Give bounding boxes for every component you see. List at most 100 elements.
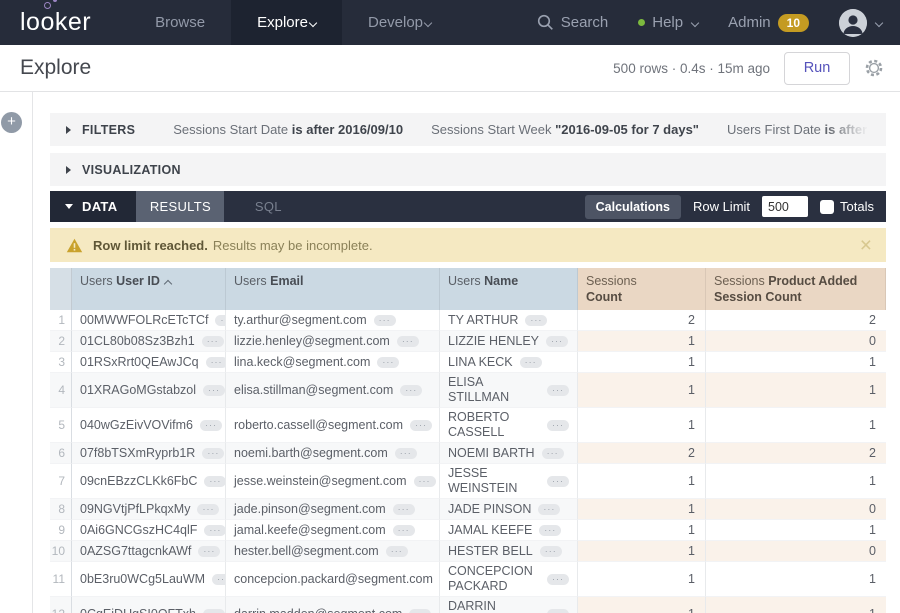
cell-user-id[interactable]: 00MWWFOLRcETcTCf··· (72, 310, 226, 331)
cell-menu-icon[interactable]: ··· (204, 476, 226, 487)
nav-item-browse[interactable]: Browse (129, 0, 231, 45)
cell-name[interactable]: JAMAL KEEFE··· (440, 520, 578, 541)
cell-name[interactable]: JADE PINSON··· (440, 499, 578, 520)
cell-sessions-count[interactable]: 1 (578, 408, 706, 443)
cell-sessions-count[interactable]: 1 (578, 597, 706, 613)
cell-product-added-count[interactable]: 2 (706, 310, 886, 331)
cell-email[interactable]: noemi.barth@segment.com··· (226, 443, 440, 464)
cell-menu-icon[interactable]: ··· (204, 525, 226, 536)
cell-product-added-count[interactable]: 0 (706, 499, 886, 520)
cell-menu-icon[interactable]: ··· (393, 504, 415, 515)
cell-menu-icon[interactable]: ··· (520, 357, 542, 368)
column-header-user-id[interactable]: Users User ID (72, 268, 226, 310)
cell-email[interactable]: jamal.keefe@segment.com··· (226, 520, 440, 541)
cell-email[interactable]: jade.pinson@segment.com··· (226, 499, 440, 520)
cell-email[interactable]: lina.keck@segment.com··· (226, 352, 440, 373)
cell-sessions-count[interactable]: 1 (578, 352, 706, 373)
cell-menu-icon[interactable]: ··· (538, 504, 560, 515)
filter-item[interactable]: Sessions Start Date is after 2016/09/10 (173, 122, 403, 137)
cell-menu-icon[interactable]: ··· (397, 336, 419, 347)
data-section-toggle[interactable]: DATA (50, 191, 136, 222)
user-menu[interactable] (839, 9, 882, 37)
cell-email[interactable]: lizzie.henley@segment.com··· (226, 331, 440, 352)
cell-sessions-count[interactable]: 1 (578, 331, 706, 352)
cell-menu-icon[interactable]: ··· (386, 546, 408, 557)
cell-sessions-count[interactable]: 2 (578, 310, 706, 331)
cell-name[interactable]: ROBERTO CASSELL··· (440, 408, 578, 443)
column-header-name[interactable]: Users Name (440, 268, 578, 310)
add-button[interactable]: + (1, 112, 22, 133)
cell-sessions-count[interactable]: 1 (578, 520, 706, 541)
column-header-email[interactable]: Users Email (226, 268, 440, 310)
cell-menu-icon[interactable]: ··· (400, 385, 422, 396)
filter-item[interactable]: Users First Date is after 2016/09/10 (727, 122, 886, 137)
cell-menu-icon[interactable]: ··· (409, 609, 431, 613)
cell-menu-icon[interactable]: ··· (215, 315, 226, 326)
cell-menu-icon[interactable]: ··· (377, 357, 399, 368)
cell-product-added-count[interactable]: 1 (706, 597, 886, 613)
cell-sessions-count[interactable]: 1 (578, 499, 706, 520)
cell-sessions-count[interactable]: 1 (578, 562, 706, 597)
cell-menu-icon[interactable]: ··· (540, 546, 562, 557)
cell-menu-icon[interactable]: ··· (203, 609, 225, 613)
cell-email[interactable]: elisa.stillman@segment.com··· (226, 373, 440, 408)
visualization-title[interactable]: VISUALIZATION (82, 163, 181, 177)
cell-menu-icon[interactable]: ··· (212, 574, 226, 585)
cell-user-id[interactable]: 040wGzEivVOVifm6··· (72, 408, 226, 443)
cell-menu-icon[interactable]: ··· (539, 525, 561, 536)
cell-email[interactable]: concepcion.packard@segment.com··· (226, 562, 440, 597)
cell-menu-icon[interactable]: ··· (374, 315, 396, 326)
cell-menu-icon[interactable]: ··· (547, 385, 569, 396)
column-header-count[interactable]: Sessions Count (578, 268, 706, 310)
filters-title[interactable]: FILTERS (82, 123, 135, 137)
calculations-button[interactable]: Calculations (585, 195, 681, 219)
nav-item-explore[interactable]: Explore (231, 0, 342, 45)
tab-results[interactable]: RESULTS (136, 191, 224, 222)
cell-name[interactable]: DARRIN MADDEN··· (440, 597, 578, 613)
column-header-product-added-session-count[interactable]: Sessions Product Added Session Count (706, 268, 886, 310)
cell-user-id[interactable]: 01CL80b08Sz3Bzh1··· (72, 331, 226, 352)
cell-product-added-count[interactable]: 2 (706, 443, 886, 464)
cell-name[interactable]: CONCEPCION PACKARD··· (440, 562, 578, 597)
cell-sessions-count[interactable]: 1 (578, 541, 706, 562)
close-icon[interactable]: × (860, 235, 872, 256)
cell-user-id[interactable]: 0CqEiDUgSI0OFTxh··· (72, 597, 226, 613)
cell-menu-icon[interactable]: ··· (410, 420, 432, 431)
nav-item-develop[interactable]: Develop (342, 0, 457, 45)
cell-email[interactable]: ty.arthur@segment.com··· (226, 310, 440, 331)
filter-item[interactable]: Sessions Start Week "2016-09-05 for 7 da… (431, 122, 699, 137)
cell-user-id[interactable]: 09cnEBzzCLKk6FbC··· (72, 464, 226, 499)
cell-menu-icon[interactable]: ··· (197, 504, 219, 515)
cell-menu-icon[interactable]: ··· (198, 546, 220, 557)
cell-menu-icon[interactable]: ··· (547, 476, 569, 487)
cell-user-id[interactable]: 07f8bTSXmRyprb1R··· (72, 443, 226, 464)
cell-menu-icon[interactable]: ··· (414, 476, 436, 487)
cell-user-id[interactable]: 0Ai6GNCGszHC4qlF··· (72, 520, 226, 541)
cell-menu-icon[interactable]: ··· (202, 448, 224, 459)
cell-email[interactable]: jesse.weinstein@segment.com··· (226, 464, 440, 499)
cell-name[interactable]: JESSE WEINSTEIN··· (440, 464, 578, 499)
cell-user-id[interactable]: 09NGVtjPfLPkqxMy··· (72, 499, 226, 520)
cell-product-added-count[interactable]: 1 (706, 373, 886, 408)
gear-icon[interactable] (864, 58, 884, 78)
cell-name[interactable]: TY ARTHUR··· (440, 310, 578, 331)
cell-sessions-count[interactable]: 1 (578, 373, 706, 408)
cell-product-added-count[interactable]: 0 (706, 541, 886, 562)
looker-logo[interactable]: looker (20, 0, 91, 45)
cell-product-added-count[interactable]: 1 (706, 464, 886, 499)
cell-email[interactable]: hester.bell@segment.com··· (226, 541, 440, 562)
cell-name[interactable]: NOEMI BARTH··· (440, 443, 578, 464)
cell-menu-icon[interactable]: ··· (525, 315, 547, 326)
cell-name[interactable]: LIZZIE HENLEY··· (440, 331, 578, 352)
row-limit-input[interactable] (762, 196, 808, 217)
cell-product-added-count[interactable]: 1 (706, 562, 886, 597)
cell-product-added-count[interactable]: 0 (706, 331, 886, 352)
cell-name[interactable]: LINA KECK··· (440, 352, 578, 373)
admin-menu[interactable]: Admin 10 (728, 14, 809, 32)
cell-user-id[interactable]: 0bE3ru0WCg5LauWM··· (72, 562, 226, 597)
cell-sessions-count[interactable]: 2 (578, 443, 706, 464)
cell-menu-icon[interactable]: ··· (547, 574, 569, 585)
cell-product-added-count[interactable]: 1 (706, 520, 886, 541)
tab-sql[interactable]: SQL (224, 191, 312, 222)
cell-menu-icon[interactable]: ··· (200, 420, 222, 431)
